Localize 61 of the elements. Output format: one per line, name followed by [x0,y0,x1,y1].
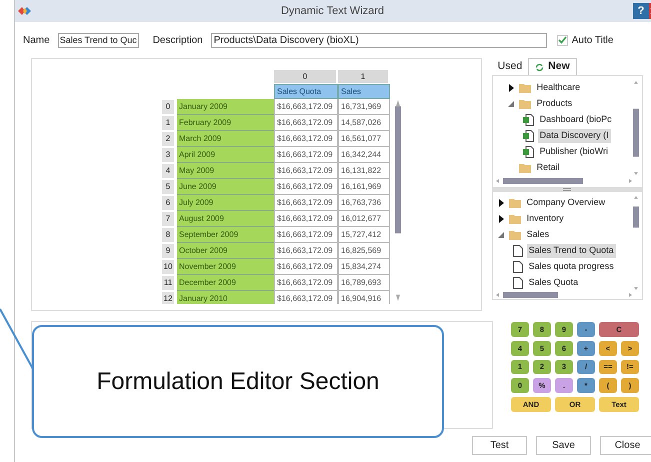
table-cell: $16,663,172.09 [274,115,338,131]
table-cell: 16,561,077 [338,131,390,147]
row-index: 8 [162,228,174,242]
row-label: May 2009 [177,163,274,179]
row-index: 1 [162,116,174,130]
row-index: 12 [162,292,174,304]
row-index: 3 [162,148,174,162]
table-cell: $16,663,172.09 [274,227,338,243]
table-cell: $16,663,172.09 [274,195,338,211]
table-cell: $16,663,172.09 [274,131,338,147]
table-cell: 15,834,274 [338,259,390,275]
row-index: 11 [162,276,174,290]
row-label: July 2009 [177,195,274,211]
table-cell: $16,663,172.09 [274,163,338,179]
row-label: December 2009 [177,275,274,291]
row-label: February 2009 [177,115,274,131]
table-cell: 16,012,677 [338,211,390,227]
column-header: Sales [338,84,390,99]
table-cell: 16,131,822 [338,163,390,179]
column-header: Sales Quota [274,84,338,99]
table-cell: $16,663,172.09 [274,259,338,275]
table-cell: 16,763,736 [338,195,390,211]
table-cell: 14,587,026 [338,115,390,131]
table-cell: $16,663,172.09 [274,179,338,195]
row-label: January 2009 [177,99,274,115]
row-index: 4 [162,164,174,178]
table-cell: $16,663,172.09 [274,99,338,115]
row-index: 2 [162,132,174,146]
table-cell: $16,663,172.09 [274,211,338,227]
table-cell: 16,825,569 [338,243,390,259]
table-cell: 15,727,412 [338,227,390,243]
row-label: April 2009 [177,147,274,163]
window-title: Dynamic Text Wizard [280,4,386,19]
row-label: October 2009 [177,243,274,259]
table-cell: $16,663,172.09 [274,243,338,259]
table-cell: 16,731,969 [338,99,390,115]
row-label: September 2009 [177,227,274,243]
table-cell: $16,663,172.09 [274,275,338,291]
row-label: March 2009 [177,131,274,147]
description-label: Description [152,34,203,48]
row-label: November 2009 [177,259,274,275]
row-label: June 2009 [177,179,274,195]
table-cell: $16,663,172.09 [274,291,338,304]
row-index: 9 [162,244,174,258]
column-number: 0 [274,70,336,83]
table-cell: $16,663,172.09 [274,147,338,163]
table-cell: 16,904,916 [338,291,390,304]
row-index: 5 [162,180,174,194]
row-index: 6 [162,196,174,210]
table-cell: 16,789,693 [338,275,390,291]
auto-title-label: Auto Title [572,34,614,48]
table-cell: 16,161,969 [338,179,390,195]
callout-text: Formulation Editor Section [96,366,380,396]
row-label: January 2010 [177,291,274,304]
row-index: 10 [162,260,174,274]
row-index: 0 [162,100,174,114]
column-number: 1 [338,70,388,83]
row-label: August 2009 [177,211,274,227]
row-index: 7 [162,212,174,226]
name-label: Name [23,34,50,48]
table-cell: 16,342,244 [338,147,390,163]
